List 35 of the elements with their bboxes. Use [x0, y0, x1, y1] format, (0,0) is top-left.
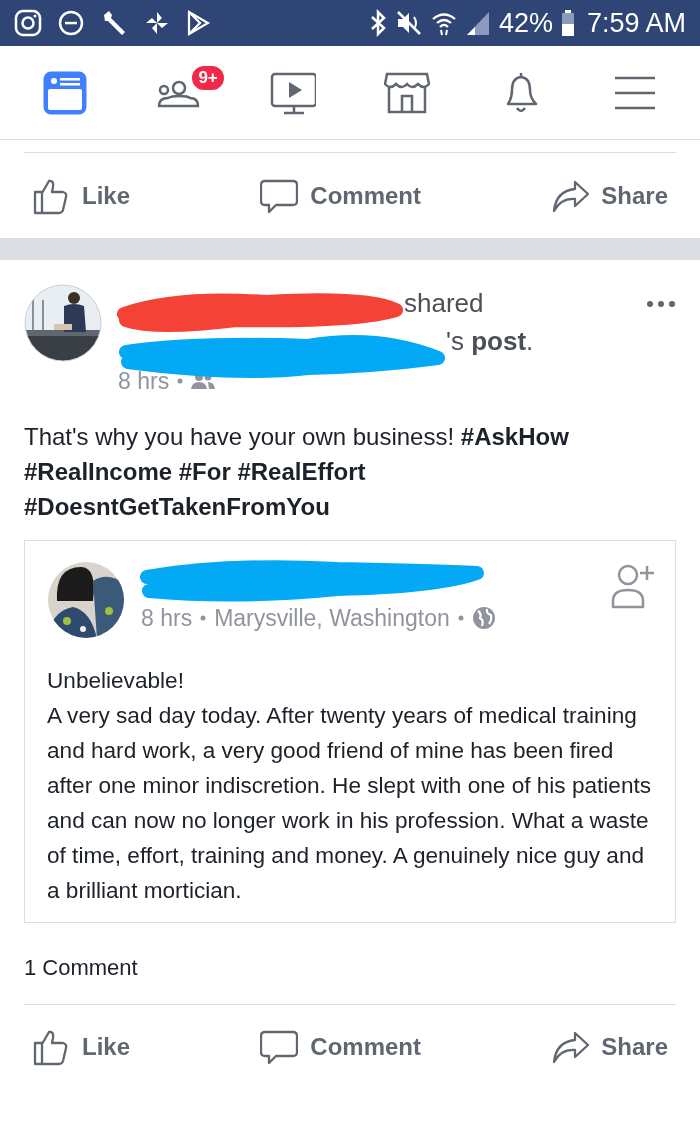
news-feed-icon: [42, 69, 88, 116]
like-button[interactable]: Like: [24, 170, 139, 221]
pinwheel-icon: [144, 10, 170, 36]
friends-tab[interactable]: 9+: [122, 45, 236, 140]
dot-icon: [457, 614, 464, 621]
like-icon: [32, 1028, 70, 1066]
comment-button[interactable]: Comment: [252, 1022, 429, 1072]
share-button[interactable]: Share: [543, 1022, 676, 1072]
play-store-icon: [186, 10, 210, 36]
comment-icon: [260, 1028, 299, 1066]
camera-icon: [14, 9, 42, 37]
dot-icon: [177, 378, 184, 385]
post-time: 8 hrs: [141, 603, 193, 633]
like-button[interactable]: Like: [24, 1022, 139, 1072]
clock: 7:59 AM: [586, 6, 686, 40]
battery-percentage: 42%: [498, 6, 553, 40]
post-time: 8 hrs: [118, 367, 170, 396]
post-text: That's why you have your own business! #AskHow #RealIncome #For #RealEffort #DoesntGetTakenFromYou: [23, 421, 570, 522]
signal-icon: [464, 10, 491, 36]
mute-icon: [394, 9, 423, 37]
notification-badge: 9+: [190, 63, 226, 92]
post-label: 's post.: [446, 325, 534, 358]
globe-icon: [471, 605, 496, 630]
wifi-icon: [430, 10, 457, 36]
share-button[interactable]: Share: [543, 170, 676, 221]
minus-circle-icon: [58, 10, 84, 36]
post-text: Unbelievable!: [47, 666, 185, 695]
post-text: A very sad day today. After twenty years of medical training and hard work, a very good friend of mine has been fired after one minor indiscretion. He slept with one of his patients and can now no longer work in his profession. What a waste of time, effort, training and money. A genuinely nice guy and a brilliant mortician.: [47, 701, 653, 905]
location: Marysville, Washington: [214, 603, 450, 633]
comment-count[interactable]: 1 Comment: [0, 950, 700, 984]
shared-label: shared: [404, 287, 484, 320]
more-options-icon[interactable]: [646, 300, 676, 308]
battery-icon: [560, 9, 575, 37]
dot-icon: [200, 614, 207, 621]
comment-button[interactable]: Comment: [252, 170, 429, 221]
